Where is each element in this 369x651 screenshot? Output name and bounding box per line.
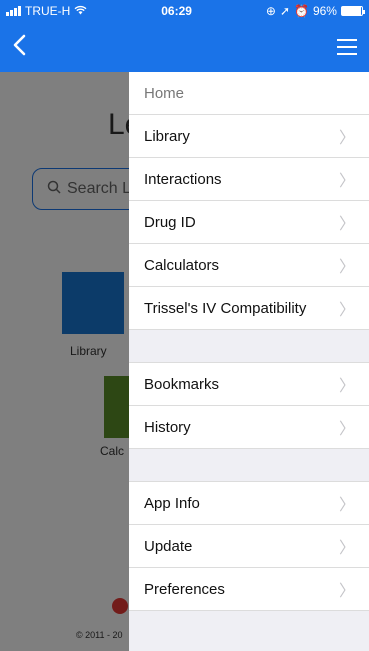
wifi-icon [74,4,87,18]
status-left: TRUE-H [6,4,87,18]
menu-item-history[interactable]: History 〉 [129,406,369,449]
chevron-right-icon: 〉 [338,421,355,438]
battery-icon [340,6,365,16]
menu-item-label: History [144,418,191,436]
alarm-icon: ⏰ [294,4,309,18]
location-icon: ⊕ [265,4,276,18]
menu-item-drug-id[interactable]: Drug ID 〉 [129,201,369,244]
signal-icon [6,6,21,16]
menu-item-label: Interactions [144,170,222,188]
chevron-right-icon: 〉 [338,130,355,147]
menu-item-label: Drug ID [144,213,196,231]
chevron-right-icon: 〉 [338,497,355,514]
chevron-right-icon: 〉 [338,173,355,190]
status-time: 06:29 [161,4,192,18]
hamburger-icon[interactable] [337,39,357,55]
menu-item-library[interactable]: Library 〉 [129,115,369,158]
menu-item-home[interactable]: Home [129,72,369,115]
chevron-right-icon: 〉 [338,583,355,600]
nav-bar [0,22,369,72]
menu-item-bookmarks[interactable]: Bookmarks 〉 [129,363,369,406]
menu-item-label: Calculators [144,256,220,274]
menu-item-label: Home [144,84,185,102]
menu-item-label: Trissel's IV Compatibility [144,299,307,317]
menu-item-label: App Info [144,494,200,512]
menu-item-interactions[interactable]: Interactions 〉 [129,158,369,201]
menu-item-app-info[interactable]: App Info 〉 [129,482,369,525]
menu-item-update[interactable]: Update 〉 [129,525,369,568]
navigation-icon: ➚ [279,4,290,18]
menu-item-label: Preferences [144,580,225,598]
menu-item-label: Library [144,127,190,145]
status-right: ⊕ ➚ ⏰ 96% [265,4,365,18]
chevron-right-icon: 〉 [338,302,355,319]
menu-item-label: Update [144,537,193,555]
carrier-label: TRUE-H [25,4,71,18]
menu-item-label: Bookmarks [144,375,220,393]
chevron-right-icon: 〉 [338,540,355,557]
status-bar: TRUE-H 06:29 ⊕ ➚ ⏰ 96% [0,0,369,22]
chevron-right-icon: 〉 [338,378,355,395]
chevron-right-icon: 〉 [338,259,355,276]
menu-group-spacer [129,330,369,363]
menu-item-calculators[interactable]: Calculators 〉 [129,244,369,287]
menu-item-preferences[interactable]: Preferences 〉 [129,568,369,611]
menu-group-spacer [129,449,369,482]
chevron-right-icon: 〉 [338,216,355,233]
chevron-left-icon[interactable] [12,33,26,61]
battery-percent: 96% [312,4,337,18]
menu-item-trissels[interactable]: Trissel's IV Compatibility 〉 [129,287,369,330]
side-menu: Home Library 〉 Interactions 〉 Drug ID 〉 … [129,72,369,651]
